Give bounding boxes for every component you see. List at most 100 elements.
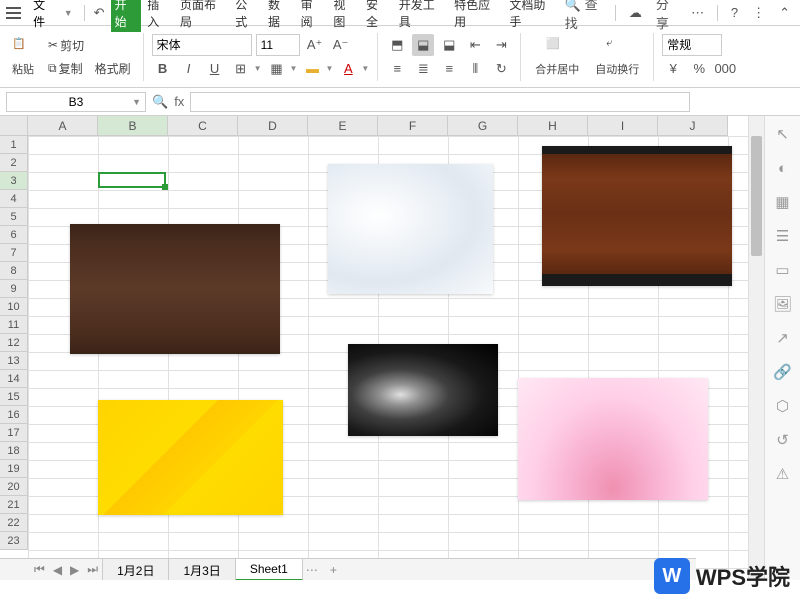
decrease-font-button[interactable]: A⁻	[330, 34, 352, 56]
sheet-tab-1[interactable]: 1月3日	[168, 558, 235, 581]
grid[interactable]: ABCDEFGHIJ 12345678910111213141516171819…	[0, 116, 748, 580]
col-header-H[interactable]: H	[518, 116, 588, 136]
currency-button[interactable]: ¥	[662, 58, 684, 80]
col-header-F[interactable]: F	[378, 116, 448, 136]
share-button[interactable]: 分享	[652, 0, 681, 34]
badge-icon[interactable]: ⬡	[773, 396, 793, 416]
align-right-button[interactable]: ≡	[438, 58, 460, 80]
tab-review[interactable]: 审阅	[297, 0, 328, 32]
col-header-C[interactable]: C	[168, 116, 238, 136]
undo-icon[interactable]: ↶	[90, 3, 109, 23]
cursor-icon[interactable]: ↖	[773, 124, 793, 144]
image-icon[interactable]: 🖼	[773, 294, 793, 314]
row-header-17[interactable]: 17	[0, 424, 28, 442]
vertical-scrollbar[interactable]	[748, 116, 764, 580]
row-header-16[interactable]: 16	[0, 406, 28, 424]
scroll-thumb[interactable]	[751, 136, 762, 256]
collapse-icon[interactable]: ⌃	[775, 3, 794, 23]
file-menu[interactable]: 文件	[27, 0, 62, 32]
fill-color-button[interactable]: ▬	[301, 58, 323, 80]
indent-decrease-button[interactable]: ⇤	[464, 34, 486, 56]
align-middle-button[interactable]: ⬓	[412, 34, 434, 56]
tab-insert[interactable]: 插入	[143, 0, 174, 32]
distribute-button[interactable]: ⫴	[464, 58, 486, 80]
help-icon[interactable]: ?	[727, 3, 742, 22]
layout-icon[interactable]: ▭	[773, 260, 793, 280]
cut-button[interactable]: ✂剪切	[44, 35, 135, 56]
row-header-2[interactable]: 2	[0, 154, 28, 172]
percent-button[interactable]: %	[688, 58, 710, 80]
tab-list-icon[interactable]: ⋯	[302, 563, 322, 577]
sheet-tab-0[interactable]: 1月2日	[102, 558, 169, 581]
namebox-dropdown-icon[interactable]: ▼	[132, 97, 141, 107]
link-icon[interactable]: 🔗	[773, 362, 793, 382]
orientation-button[interactable]: ↻	[490, 58, 512, 80]
tab-dev-tools[interactable]: 开发工具	[395, 0, 448, 32]
paste-button[interactable]: 📋 粘贴	[6, 35, 40, 79]
row-header-6[interactable]: 6	[0, 226, 28, 244]
underline-button[interactable]: U	[204, 58, 226, 80]
tab-start[interactable]: 开始	[111, 0, 142, 32]
tab-nav-prev-icon[interactable]: ◀	[49, 563, 66, 577]
formula-input[interactable]	[190, 92, 690, 112]
align-bottom-button[interactable]: ⬓	[438, 34, 460, 56]
border-button[interactable]: ⊞	[230, 58, 252, 80]
row-icon[interactable]: ☰	[773, 226, 793, 246]
row-header-5[interactable]: 5	[0, 208, 28, 226]
row-header-18[interactable]: 18	[0, 442, 28, 460]
tab-security[interactable]: 安全	[362, 0, 393, 32]
col-header-B[interactable]: B	[98, 116, 168, 136]
font-name-combo[interactable]	[152, 34, 252, 56]
row-header-23[interactable]: 23	[0, 532, 28, 550]
row-header-11[interactable]: 11	[0, 316, 28, 334]
col-header-I[interactable]: I	[588, 116, 658, 136]
row-header-4[interactable]: 4	[0, 190, 28, 208]
table-icon[interactable]: ▦	[773, 192, 793, 212]
row-header-10[interactable]: 10	[0, 298, 28, 316]
font-color-button[interactable]: A	[337, 58, 359, 80]
format-painter-button[interactable]: 格式刷	[91, 58, 135, 79]
col-header-J[interactable]: J	[658, 116, 728, 136]
search-button[interactable]: 🔍 查找	[561, 0, 606, 34]
col-header-G[interactable]: G	[448, 116, 518, 136]
tab-view[interactable]: 视图	[329, 0, 360, 32]
hamburger-icon[interactable]	[6, 7, 21, 19]
col-header-E[interactable]: E	[308, 116, 378, 136]
name-box[interactable]: B3 ▼	[6, 92, 146, 112]
row-header-14[interactable]: 14	[0, 370, 28, 388]
wrap-text-button[interactable]: ⤶ 自动换行	[589, 35, 645, 79]
export-icon[interactable]: ↗	[773, 328, 793, 348]
row-header-22[interactable]: 22	[0, 514, 28, 532]
cells-area[interactable]	[28, 136, 748, 580]
sheet-tab-2[interactable]: Sheet1	[235, 558, 303, 580]
more-icon[interactable]: ⋯	[687, 3, 708, 23]
number-format-combo[interactable]	[662, 34, 722, 56]
row-header-8[interactable]: 8	[0, 262, 28, 280]
row-header-20[interactable]: 20	[0, 478, 28, 496]
file-dropdown-icon[interactable]: ▼	[64, 8, 73, 18]
align-top-button[interactable]: ⬒	[386, 34, 408, 56]
row-header-3[interactable]: 3	[0, 172, 28, 190]
font-size-combo[interactable]	[256, 34, 300, 56]
tab-nav-next-icon[interactable]: ▶	[66, 563, 83, 577]
copy-button[interactable]: ⧉复制	[44, 58, 87, 79]
tab-data[interactable]: 数据	[264, 0, 295, 32]
increase-font-button[interactable]: A⁺	[304, 34, 326, 56]
align-center-button[interactable]: ≣	[412, 58, 434, 80]
shape-icon[interactable]: ◐	[773, 158, 793, 178]
thousands-button[interactable]: 000	[714, 58, 736, 80]
embedded-image-wood-dark-1[interactable]	[70, 224, 280, 354]
row-header-13[interactable]: 13	[0, 352, 28, 370]
indent-increase-button[interactable]: ⇥	[490, 34, 512, 56]
zoom-icon[interactable]: 🔍	[152, 94, 168, 110]
history-icon[interactable]: ↺	[773, 430, 793, 450]
warning-icon[interactable]: ⚠	[773, 464, 793, 484]
row-header-19[interactable]: 19	[0, 460, 28, 478]
tab-special[interactable]: 特色应用	[450, 0, 503, 32]
fx-icon[interactable]: fx	[174, 94, 184, 109]
embedded-image-wood-red[interactable]	[542, 146, 732, 286]
row-header-21[interactable]: 21	[0, 496, 28, 514]
bold-button[interactable]: B	[152, 58, 174, 80]
align-left-button[interactable]: ≡	[386, 58, 408, 80]
italic-button[interactable]: I	[178, 58, 200, 80]
